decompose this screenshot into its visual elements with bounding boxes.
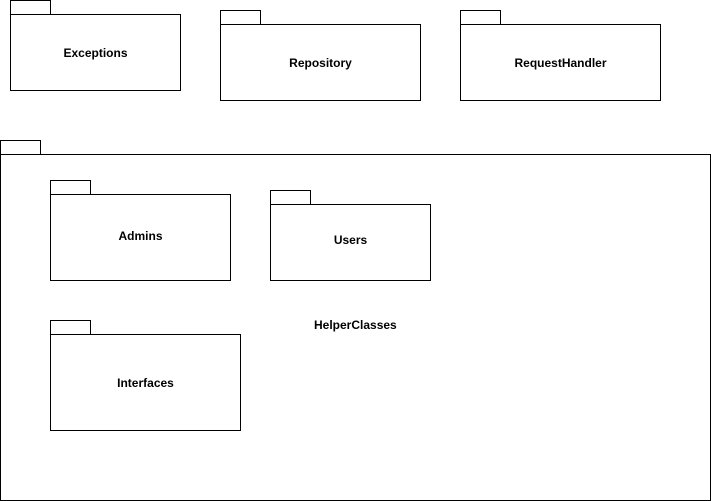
users-package-label: Users (333, 232, 368, 247)
interfaces-package[interactable]: Interfaces (50, 334, 241, 431)
requesthandler-package-label: RequestHandler (514, 55, 607, 70)
interfaces-package-label: Interfaces (117, 375, 174, 390)
admins-package-tab (50, 180, 91, 195)
admins-package-label: Admins (118, 228, 163, 243)
interfaces-package-tab (50, 320, 91, 335)
repository-package[interactable]: Repository (220, 24, 421, 101)
users-package-tab (270, 190, 311, 205)
requesthandler-package[interactable]: RequestHandler (460, 24, 661, 101)
exceptions-package[interactable]: Exceptions (10, 14, 181, 91)
requesthandler-package-tab (460, 10, 501, 25)
repository-package-tab (220, 10, 261, 25)
repository-package-label: Repository (289, 55, 352, 70)
exceptions-package-label: Exceptions (63, 45, 128, 60)
helperclasses-package-tab (0, 140, 41, 155)
helperclasses-package-label: HelperClasses (314, 318, 397, 332)
users-package[interactable]: Users (270, 204, 431, 281)
exceptions-package-tab (10, 0, 51, 15)
admins-package[interactable]: Admins (50, 194, 231, 281)
